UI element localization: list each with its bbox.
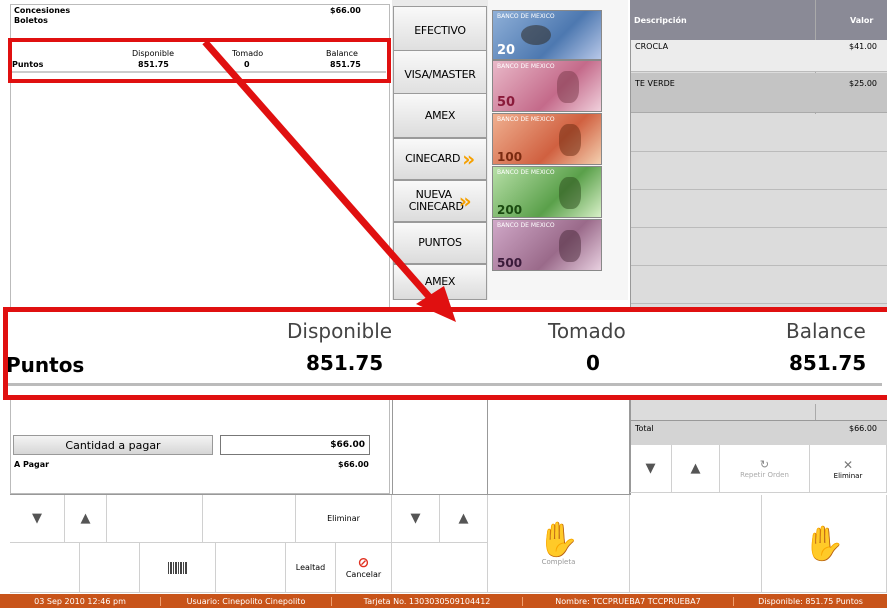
status-tarjeta: Tarjeta No. 1303030509104412 [332,596,523,606]
status-disponible: Disponible: 851.75 Puntos [758,596,863,606]
hands-icon: ✋ [802,523,846,564]
completa-button[interactable]: ✋ Completa [488,495,630,593]
chevron-down-icon: ▼ [410,511,421,526]
repetir-orden-label: Repetir Orden [740,471,789,479]
a-pagar-value: $66.00 [338,460,369,469]
status-usuario: Usuario: Cinepolito Cinepolito [161,596,332,606]
empty-slot [107,495,203,543]
eliminar-right-button[interactable]: ✕ Eliminar [810,445,887,493]
cancelar-label: Cancelar [345,570,382,579]
empty-slot [80,543,140,593]
empty-slot [203,495,296,543]
close-icon: ✕ [842,457,854,472]
empty-slot [10,543,80,593]
status-bar: 03 Sep 2010 12:46 pm Usuario: Cinepolito… [0,594,887,608]
scroll-down-button-3[interactable]: ▼ [630,445,672,493]
scroll-up-button-2[interactable]: ▲ [440,495,488,543]
hands-icon: ✋ [537,519,580,560]
hands-button-right[interactable]: ✋ [762,495,887,593]
scroll-up-button-3[interactable]: ▲ [672,445,720,493]
cantidad-input[interactable]: $66.00 [220,435,370,455]
eliminar-right-label: Eliminar [833,471,863,480]
eliminar-button[interactable]: Eliminar [296,495,392,543]
scroll-down-button[interactable]: ▼ [10,495,65,543]
empty-slot [216,543,286,593]
banknotes-lower [488,400,630,494]
chevron-up-icon: ▲ [458,511,469,526]
lealtad-label: Lealtad [295,563,326,572]
status-date: 03 Sep 2010 12:46 pm [0,596,161,606]
cantidad-label: Cantidad a pagar [65,438,161,452]
empty-slot [392,543,488,593]
cantidad-button[interactable]: Cantidad a pagar [13,435,213,455]
barcode-button[interactable] [140,543,216,593]
chevron-up-icon: ▲ [80,511,91,526]
cancelar-button[interactable]: ⊘ Cancelar [336,543,392,593]
scroll-up-button[interactable]: ▲ [65,495,107,543]
cancel-icon: ⊘ [357,555,370,571]
completa-label: Completa [541,557,576,566]
a-pagar-label: A Pagar [14,460,50,469]
chevron-down-icon: ▼ [645,461,656,476]
scroll-down-button-2[interactable]: ▼ [392,495,440,543]
chevron-down-icon: ▼ [32,511,42,526]
status-nombre: Nombre: TCCPRUEBA7 TCCPRUEBA7 [523,596,734,606]
eliminar-label: Eliminar [327,514,360,523]
barcode-icon [167,561,188,574]
repetir-orden-button[interactable]: ↻ Repetir Orden [720,445,810,493]
payment-methods-lower [392,400,488,494]
empty-slot [630,495,762,593]
chevron-up-icon: ▲ [690,461,701,476]
lealtad-button[interactable]: Lealtad [286,543,336,593]
repeat-icon: ↻ [759,458,770,471]
arrow-line [202,39,435,303]
